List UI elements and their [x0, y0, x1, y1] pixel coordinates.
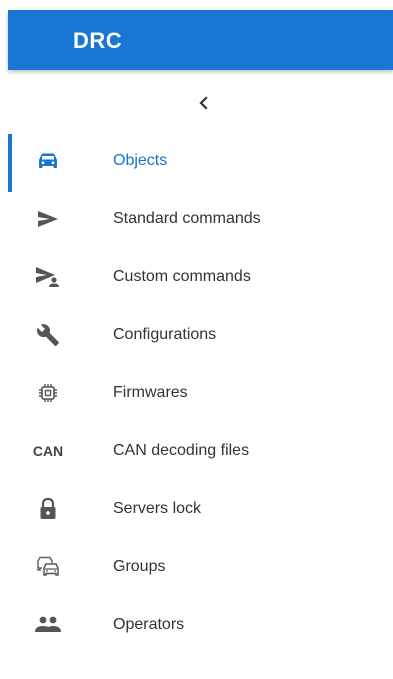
sidebar-item-operators[interactable]: Operators — [0, 596, 393, 654]
app-header: DRC — [8, 10, 393, 70]
can-icon-text: CAN — [32, 443, 64, 459]
sidebar-item-firmwares[interactable]: Firmwares — [0, 364, 393, 422]
can-icon: CAN — [30, 438, 66, 464]
app-title: DRC — [73, 28, 123, 53]
sidebar-nav: Objects Standard commands Custom command… — [0, 132, 393, 654]
sidebar-item-label: Servers lock — [113, 500, 202, 517]
sidebar-item-servers-lock[interactable]: Servers lock — [0, 480, 393, 538]
vehicle-group-icon — [30, 554, 66, 580]
sidebar-item-label: Operators — [113, 616, 185, 633]
send-person-icon — [30, 264, 66, 290]
sidebar-item-label: Standard commands — [113, 210, 261, 227]
sidebar-item-custom-commands[interactable]: Custom commands — [0, 248, 393, 306]
active-indicator — [8, 134, 12, 192]
send-icon — [30, 206, 66, 232]
sidebar-item-label: Firmwares — [113, 384, 188, 401]
sidebar-item-groups[interactable]: Groups — [0, 538, 393, 596]
collapse-sidebar-button[interactable] — [193, 92, 215, 114]
sidebar-item-label: Groups — [113, 558, 166, 575]
sidebar-item-objects[interactable]: Objects — [0, 132, 393, 192]
lock-icon — [30, 496, 66, 522]
people-icon — [30, 612, 66, 638]
chip-icon — [30, 380, 66, 406]
wrench-icon — [30, 322, 66, 348]
sidebar-item-label: Custom commands — [113, 268, 251, 285]
chevron-left-icon — [199, 96, 208, 110]
sidebar-item-label: Objects — [113, 152, 168, 169]
car-icon — [30, 148, 66, 174]
sidebar-item-can-decoding-files[interactable]: CAN CAN decoding files — [0, 422, 393, 480]
sidebar-item-label: CAN decoding files — [113, 442, 250, 459]
sidebar-item-label: Configurations — [113, 326, 217, 343]
sidebar-item-standard-commands[interactable]: Standard commands — [0, 190, 393, 248]
sidebar-item-configurations[interactable]: Configurations — [0, 306, 393, 364]
